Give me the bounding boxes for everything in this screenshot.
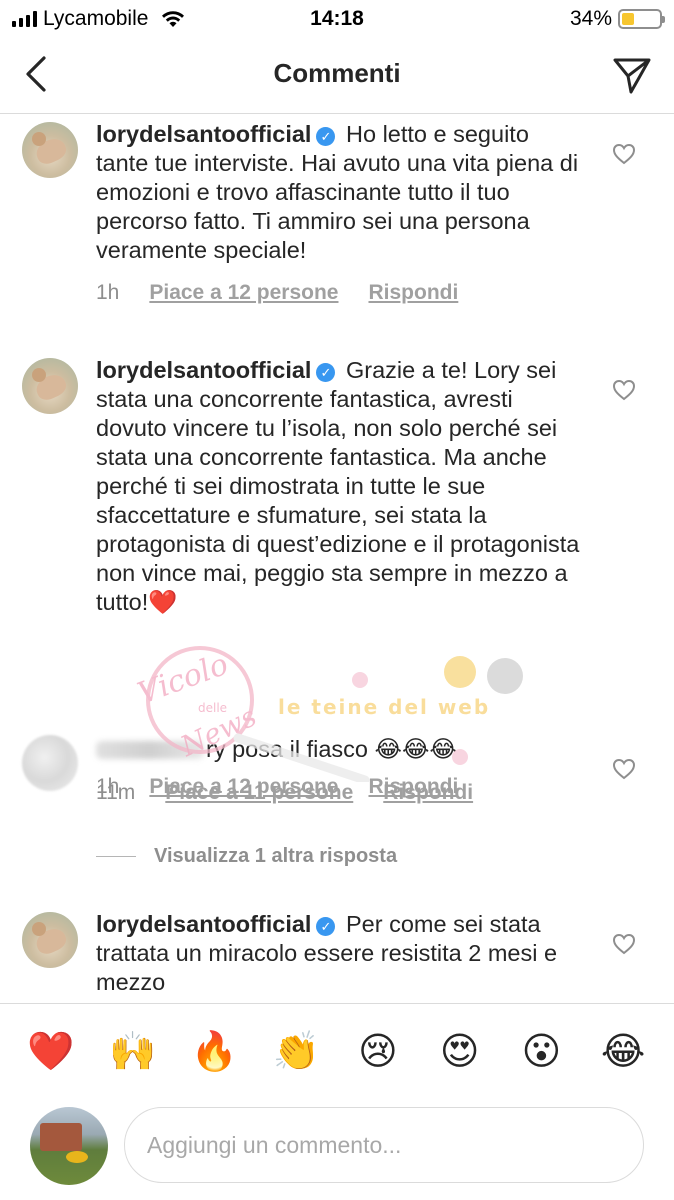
emoji-clap-button[interactable]: 👏 (266, 1033, 326, 1071)
verified-badge-icon: ✓ (316, 917, 336, 936)
verified-badge-icon: ✓ (316, 363, 336, 382)
view-replies-button[interactable]: Visualizza 1 altra risposta (96, 845, 397, 868)
share-button[interactable] (610, 54, 654, 98)
comments-list[interactable]: lorydelsantoofficial ✓ Ho letto e seguito… (0, 115, 674, 1003)
comment-meta: 11m Piace a 11 persone Rispondi (96, 781, 473, 805)
battery-level (622, 13, 635, 25)
my-avatar (30, 1107, 108, 1185)
comment-username[interactable]: lorydelsantoofficial (96, 357, 311, 383)
likes-count-link[interactable]: Piace a 11 persone (165, 781, 353, 805)
divider (96, 856, 136, 857)
emoji-crying-button[interactable]: 😢 (348, 1033, 408, 1071)
emoji-raised-hands-button[interactable]: 🙌 (103, 1033, 163, 1071)
comment-input-wrapper[interactable] (124, 1107, 644, 1183)
avatar[interactable] (22, 735, 78, 791)
heart-outline-icon (612, 379, 636, 401)
header: Commenti (0, 38, 674, 114)
comment-username[interactable]: lorydelsantoofficial (96, 911, 311, 937)
heart-outline-icon (612, 143, 636, 165)
comment-composer (0, 1099, 674, 1200)
paper-plane-icon (613, 58, 651, 94)
status-bar: Lycamobile 14:18 34% (0, 0, 674, 38)
avatar[interactable] (22, 358, 78, 414)
heart-outline-icon (612, 933, 636, 955)
avatar[interactable] (22, 122, 78, 178)
reply-button[interactable]: Rispondi (368, 281, 458, 305)
emoji-heart-button[interactable]: ❤️ (21, 1033, 81, 1071)
comment-body: lorydelsantoofficial ✓ Ho letto e seguito… (96, 120, 582, 265)
like-button[interactable] (610, 755, 638, 783)
page-title: Commenti (273, 58, 401, 88)
heart-outline-icon (612, 758, 636, 780)
emoji-heart-eyes-button[interactable]: 😍 (430, 1033, 490, 1071)
comment-body: lorydelsantoofficial ✓ Per come sei stata… (96, 910, 582, 997)
comment-meta: 1h Piace a 12 persone Rispondi (96, 281, 458, 305)
like-button[interactable] (610, 140, 638, 168)
comment-username[interactable]: lorydelsantoofficial (96, 121, 311, 147)
emoji-surprised-button[interactable]: 😮 (511, 1033, 571, 1071)
battery-percent: 34% (569, 7, 612, 30)
blurred-username (96, 741, 204, 759)
comment-body: ry posa il fiasco 😂😂😂 (96, 735, 582, 764)
emoji-laughing-button[interactable]: 😂 (593, 1033, 653, 1071)
view-replies-label: Visualizza 1 altra risposta (154, 845, 398, 867)
likes-count-link[interactable]: Piace a 12 persone (149, 281, 338, 305)
comment-body: lorydelsantoofficial ✓ Grazie a te! Lory … (96, 356, 582, 617)
status-right: 34% (569, 7, 665, 31)
comment-input[interactable] (147, 1131, 621, 1159)
comment-text: ry posa il fiasco 😂😂😂 (206, 736, 457, 762)
like-button[interactable] (610, 376, 638, 404)
emoji-fire-button[interactable]: 🔥 (184, 1033, 244, 1071)
like-button[interactable] (610, 930, 638, 958)
comment-text: Grazie a te! Lory sei stata una concorre… (96, 357, 580, 615)
verified-badge-icon: ✓ (316, 127, 336, 146)
battery-icon (618, 9, 665, 29)
comment-time: 11m (96, 781, 136, 804)
avatar[interactable] (22, 912, 78, 968)
emoji-quick-bar: ❤️ 🙌 🔥 👏 😢 😍 😮 😂 (0, 1003, 674, 1099)
comment-time: 1h (96, 281, 120, 304)
reply-button[interactable]: Rispondi (383, 781, 473, 805)
